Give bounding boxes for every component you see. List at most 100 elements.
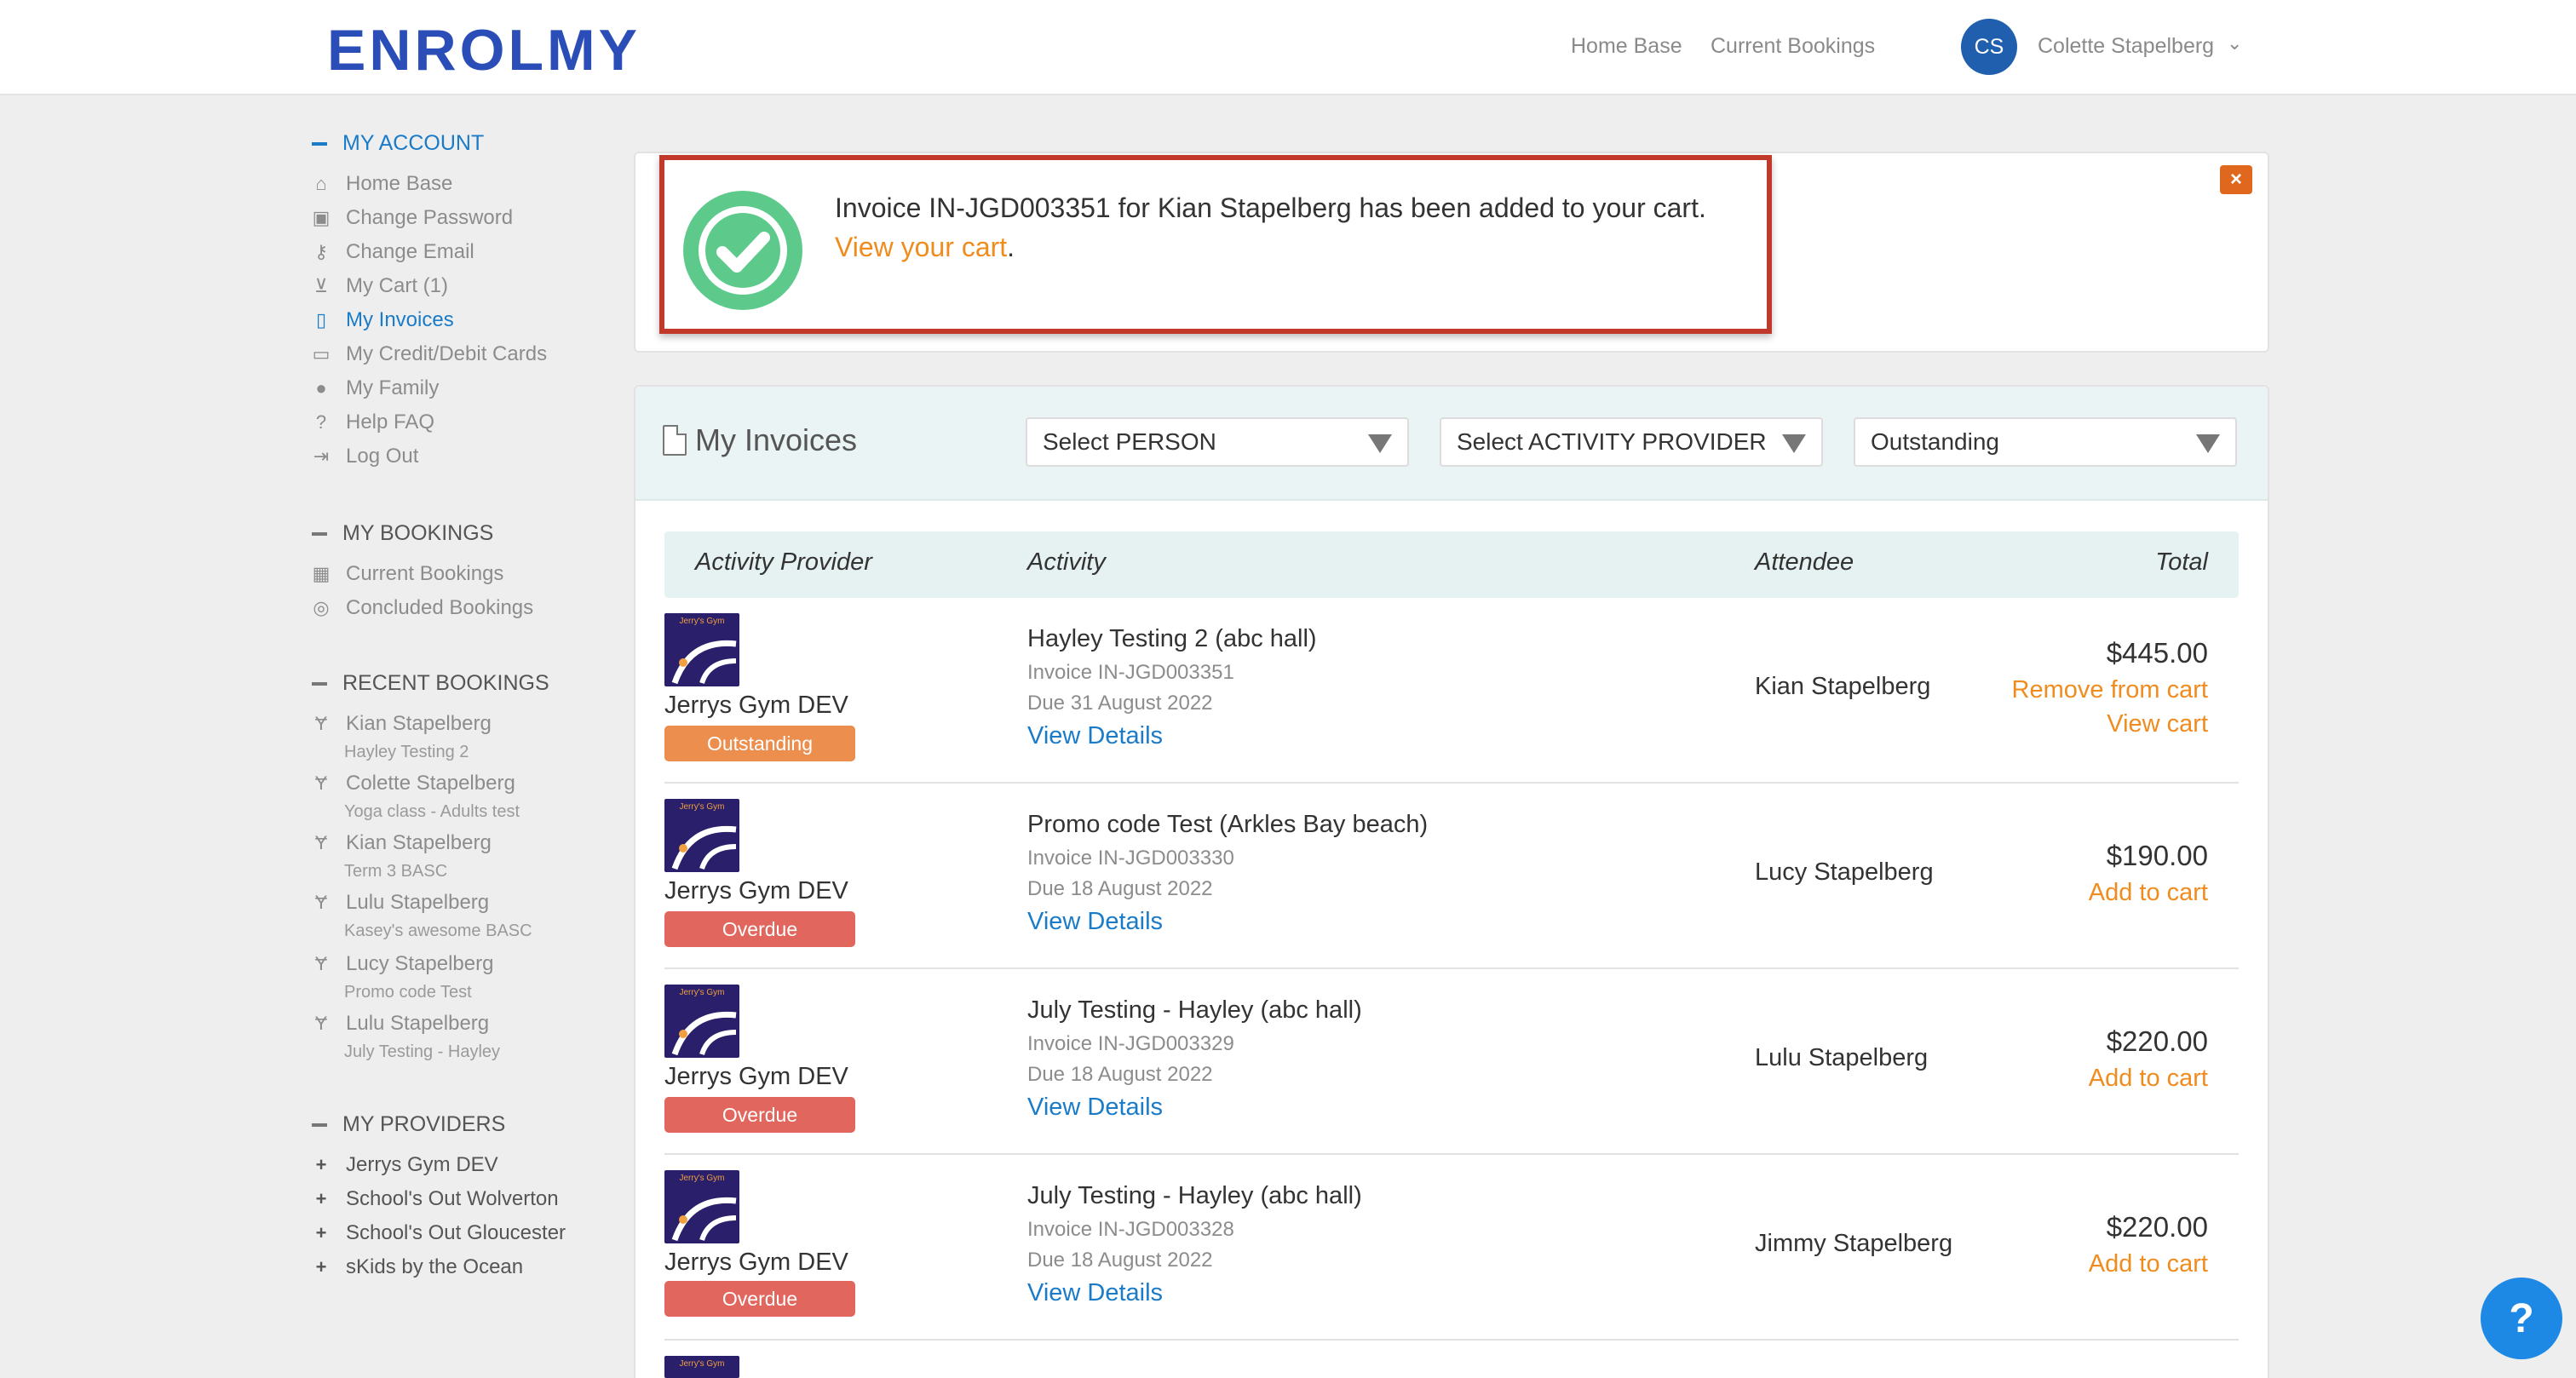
column-attendee: Attendee — [1755, 548, 1854, 576]
recent-booking-item[interactable]: Ɏ Kian Stapelberg — [312, 831, 492, 855]
plus-icon: + — [315, 1154, 327, 1175]
chevron-down-icon[interactable]: ⌄ — [2227, 32, 2242, 55]
column-total: Total — [2155, 548, 2208, 576]
close-alert-button[interactable]: × — [2220, 165, 2252, 194]
provider-item[interactable]: + School's Out Wolverton — [312, 1187, 559, 1211]
key-icon: ⚷ — [313, 241, 329, 262]
alert-link-line: View your cart. — [835, 232, 1015, 262]
remove-from-cart-link[interactable]: Remove from cart — [2012, 676, 2208, 704]
add-to-cart-link[interactable]: Add to cart — [2089, 1065, 2208, 1093]
top-header: ENROLMY Home Base Current Bookings CS Co… — [0, 0, 2576, 95]
invoice-total: $220.00 — [2106, 1025, 2208, 1057]
sidebar-item-my-cart[interactable]: ⊻ My Cart (1) — [312, 274, 448, 298]
attendee-name: Lulu Stapelberg — [1755, 1044, 1929, 1071]
due-date: Due 18 August 2022 — [1027, 1249, 1213, 1272]
add-to-cart-link[interactable]: Add to cart — [2089, 1250, 2208, 1278]
nav-current-bookings[interactable]: Current Bookings — [1711, 34, 1875, 59]
due-date: Due 18 August 2022 — [1027, 877, 1213, 900]
attendee-name: Lucy Stapelberg — [1755, 858, 1934, 886]
dropdown-arrow-icon — [2196, 434, 2220, 453]
sidebar-item-help-faq[interactable]: ? Help FAQ — [312, 411, 434, 434]
column-activity: Activity — [1027, 548, 1106, 576]
due-date: Due 18 August 2022 — [1027, 1063, 1213, 1086]
attendee-name: Jimmy Stapelberg — [1755, 1230, 1953, 1257]
view-details-link[interactable]: View Details — [1027, 908, 1163, 936]
plus-icon: + — [315, 1188, 327, 1209]
person-icon: Ɏ — [314, 892, 328, 913]
provider-name[interactable]: Jerrys Gym DEV — [664, 1249, 848, 1277]
status-badge: Overdue — [664, 911, 855, 947]
activity-title: July Testing - Hayley (abc hall) — [1027, 1182, 1362, 1209]
check-circle-icon: ◎ — [313, 597, 330, 618]
activity-title: Promo code Test (Arkles Bay beach) — [1027, 811, 1429, 838]
user-name[interactable]: Colette Stapelberg — [2038, 34, 2214, 59]
provider-logo: Jerry's Gym — [664, 799, 739, 872]
view-cart-link[interactable]: View cart — [2107, 710, 2208, 738]
row-divider — [664, 782, 2239, 784]
provider-item[interactable]: + Jerrys Gym DEV — [312, 1153, 498, 1177]
provider-logo: Jerry's Gym — [664, 985, 739, 1058]
provider-logo: Jerry's Gym — [664, 1356, 739, 1378]
recent-booking-activity: Yoga class - Adults test — [344, 802, 520, 821]
person-icon: Ɏ — [314, 953, 328, 974]
invoice-number: Invoice IN-JGD003330 — [1027, 847, 1234, 870]
alert-message: Invoice IN-JGD003351 for Kian Stapelberg… — [835, 192, 1706, 223]
recent-booking-item[interactable]: Ɏ Lulu Stapelberg — [312, 891, 489, 915]
avatar[interactable]: CS — [1961, 19, 2017, 75]
provider-item[interactable]: + School's Out Gloucester — [312, 1221, 566, 1245]
sidebar-item-my-invoices[interactable]: ▯ My Invoices — [312, 308, 454, 332]
select-status-dropdown[interactable]: Outstanding — [1854, 417, 2237, 467]
invoice-number: Invoice IN-JGD003328 — [1027, 1218, 1234, 1241]
cart-icon: ⊻ — [313, 275, 329, 296]
sidebar-heading-bookings: MY BOOKINGS — [312, 521, 493, 546]
success-check-icon — [683, 191, 802, 310]
recent-booking-activity: Kasey's awesome BASC — [344, 922, 532, 940]
view-your-cart-link[interactable]: View your cart — [835, 232, 1007, 262]
sidebar-item-change-password[interactable]: ▣ Change Password — [312, 206, 514, 230]
row-divider — [664, 967, 2239, 969]
add-to-cart-link[interactable]: Add to cart — [2089, 879, 2208, 907]
recent-booking-item[interactable]: Ɏ Lulu Stapelberg — [312, 1012, 489, 1036]
alert-highlight-box — [659, 155, 1772, 334]
provider-name[interactable]: Jerrys Gym DEV — [664, 877, 848, 905]
invoice-total: $190.00 — [2106, 840, 2208, 871]
sidebar-item-home-base[interactable]: ⌂ Home Base — [312, 172, 452, 196]
activity-title: July Testing - Hayley (abc hall) — [1027, 996, 1362, 1024]
person-icon: Ɏ — [314, 1013, 328, 1034]
lock-icon: ▣ — [312, 207, 331, 228]
view-details-link[interactable]: View Details — [1027, 1279, 1163, 1307]
family-icon: ● — [315, 377, 327, 399]
credit-card-icon: ▭ — [312, 343, 331, 365]
sidebar-item-my-family[interactable]: ● My Family — [312, 376, 439, 400]
document-icon — [663, 425, 687, 456]
nav-home-base[interactable]: Home Base — [1571, 34, 1682, 59]
recent-booking-item[interactable]: Ɏ Colette Stapelberg — [312, 772, 515, 795]
sidebar-item-my-cards[interactable]: ▭ My Credit/Debit Cards — [312, 342, 547, 366]
invoice-number: Invoice IN-JGD003351 — [1027, 661, 1234, 684]
recent-booking-item[interactable]: Ɏ Kian Stapelberg — [312, 712, 492, 736]
sidebar-item-concluded-bookings[interactable]: ◎ Concluded Bookings — [312, 596, 533, 620]
select-provider-dropdown[interactable]: Select ACTIVITY PROVIDER — [1440, 417, 1823, 467]
view-details-link[interactable]: View Details — [1027, 722, 1163, 750]
recent-booking-item[interactable]: Ɏ Lucy Stapelberg — [312, 952, 494, 976]
dropdown-arrow-icon — [1782, 434, 1806, 453]
invoice-total: $220.00 — [2106, 1211, 2208, 1243]
invoice-total: $445.00 — [2106, 637, 2208, 669]
person-icon: Ɏ — [314, 772, 328, 794]
row-divider — [664, 1339, 2239, 1341]
help-button[interactable]: ? — [2481, 1278, 2562, 1359]
provider-item[interactable]: + sKids by the Ocean — [312, 1255, 524, 1279]
status-badge: Outstanding — [664, 726, 855, 761]
person-icon: Ɏ — [314, 832, 328, 853]
enrolmy-logo[interactable]: ENROLMY — [327, 17, 641, 83]
provider-name[interactable]: Jerrys Gym DEV — [664, 1063, 848, 1091]
question-icon: ? — [315, 411, 327, 433]
select-person-dropdown[interactable]: Select PERSON — [1026, 417, 1409, 467]
view-details-link[interactable]: View Details — [1027, 1094, 1163, 1122]
due-date: Due 31 August 2022 — [1027, 692, 1213, 715]
sidebar-item-current-bookings[interactable]: ▦ Current Bookings — [312, 562, 504, 586]
sidebar-heading-recent: RECENT BOOKINGS — [312, 671, 549, 696]
provider-name[interactable]: Jerrys Gym DEV — [664, 692, 848, 720]
sidebar-item-log-out[interactable]: ⇥ Log Out — [312, 445, 419, 468]
sidebar-item-change-email[interactable]: ⚷ Change Email — [312, 240, 474, 264]
